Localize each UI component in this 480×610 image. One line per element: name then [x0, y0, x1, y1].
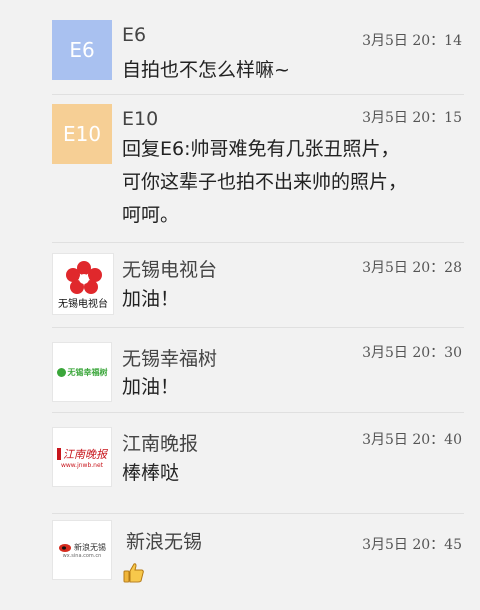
avatar[interactable]: 新浪无锡 wx.sina.com.cn — [52, 520, 112, 580]
timestamp: 3月5日 20：30 — [362, 345, 462, 361]
comment-item[interactable]: E6 E6 3月5日 20：14 自拍也不怎么样嘛~ — [0, 0, 480, 94]
author-name[interactable]: E10 — [122, 108, 158, 130]
avatar[interactable]: E10 — [52, 104, 112, 164]
sina-logo-icon: 新浪无锡 — [58, 542, 106, 553]
comment-item[interactable]: 无锡电视台 无锡电视台 3月5日 20：28 加油！ — [0, 243, 480, 328]
author-name[interactable]: E6 — [122, 24, 146, 46]
timestamp: 3月5日 20：28 — [362, 260, 462, 276]
author-name[interactable]: 新浪无锡 — [126, 527, 202, 554]
comment-text: 加油！ — [122, 288, 180, 310]
comment-text: 加油！ — [122, 376, 180, 398]
avatar-initials: E6 — [69, 38, 95, 62]
timestamp: 3月5日 20：15 — [362, 110, 462, 126]
author-name[interactable]: 江南晚报 — [122, 429, 198, 456]
avatar[interactable]: 无锡幸福树 — [52, 342, 112, 402]
author-name[interactable]: 无锡幸福树 — [122, 344, 217, 371]
newspaper-logo-icon: 江南晚报 — [57, 446, 107, 462]
comment-item[interactable]: E10 E10 3月5日 20：15 回复E6:帅哥难免有几张丑照片， 可你这辈… — [0, 95, 480, 243]
flower-logo-icon — [66, 261, 102, 294]
comment-list: E6 E6 3月5日 20：14 自拍也不怎么样嘛~ E10 E10 3月5日 … — [0, 0, 480, 610]
sina-eye-icon — [59, 544, 71, 552]
comment-item[interactable]: 江南晚报 www.jnwb.net 江南晚报 3月5日 20：40 棒棒哒 — [0, 413, 480, 513]
avatar-caption: 无锡电视台 — [58, 299, 108, 310]
avatar[interactable]: 江南晚报 www.jnwb.net — [52, 427, 112, 487]
leaf-logo-icon: 无锡幸福树 — [56, 367, 108, 378]
comment-item[interactable]: 无锡幸福树 无锡幸福树 3月5日 20：30 加油！ — [0, 328, 480, 412]
bottom-fade — [0, 580, 480, 610]
avatar-initials: E10 — [62, 122, 102, 146]
avatar[interactable]: E6 — [52, 20, 112, 80]
timestamp: 3月5日 20：40 — [362, 432, 462, 448]
comment-text: 回复E6:帅哥难免有几张丑照片， 可你这辈子也拍不出来帅的照片， 呵呵。 — [122, 138, 408, 226]
comment-text: 棒棒哒 — [122, 462, 180, 484]
comment-text: 自拍也不怎么样嘛~ — [122, 59, 290, 81]
author-name[interactable]: 无锡电视台 — [122, 255, 217, 282]
timestamp: 3月5日 20：45 — [362, 537, 462, 553]
avatar[interactable]: 无锡电视台 — [52, 253, 114, 315]
timestamp: 3月5日 20：14 — [362, 33, 462, 49]
